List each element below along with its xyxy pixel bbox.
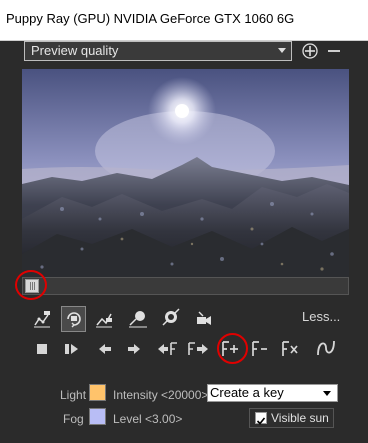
plus-icon[interactable] bbox=[302, 43, 318, 59]
timeline-track[interactable] bbox=[22, 277, 349, 295]
camera-target-icon[interactable] bbox=[93, 308, 115, 330]
chevron-down-icon bbox=[323, 391, 331, 396]
camera-path-icon[interactable] bbox=[31, 308, 53, 330]
level-label[interactable]: Level <3.00> bbox=[113, 412, 182, 426]
visible-sun-checkbox[interactable]: Visible sun bbox=[249, 408, 334, 428]
quality-select[interactable]: Preview quality bbox=[24, 41, 292, 61]
key-select-value: Create a key bbox=[210, 385, 284, 400]
remove-key-icon[interactable] bbox=[250, 338, 272, 360]
highlight-circle bbox=[15, 270, 47, 300]
camera-icon[interactable] bbox=[193, 308, 215, 330]
sphere-icon[interactable] bbox=[160, 306, 182, 328]
next-key-icon[interactable] bbox=[187, 338, 209, 360]
play-icon[interactable] bbox=[61, 338, 83, 360]
quality-select-value: Preview quality bbox=[31, 43, 119, 58]
less-toggle[interactable]: Less... bbox=[302, 309, 340, 324]
light-color-swatch[interactable] bbox=[89, 384, 106, 401]
delete-key-icon[interactable] bbox=[280, 338, 302, 360]
arrow-right-icon[interactable] bbox=[123, 338, 145, 360]
rotate-camera-icon[interactable] bbox=[61, 306, 86, 332]
curve-icon[interactable] bbox=[315, 337, 337, 359]
arrow-left-icon[interactable] bbox=[94, 338, 116, 360]
window-title: Puppy Ray (GPU) NVIDIA GeForce GTX 1060 … bbox=[6, 11, 295, 26]
title-bar: Puppy Ray (GPU) NVIDIA GeForce GTX 1060 … bbox=[0, 0, 368, 41]
minus-icon[interactable] bbox=[326, 43, 342, 59]
fog-label: Fog bbox=[63, 412, 84, 426]
key-select[interactable]: Create a key bbox=[207, 384, 338, 402]
fog-color-swatch[interactable] bbox=[89, 408, 106, 425]
highlight-circle bbox=[217, 333, 248, 364]
stop-icon[interactable] bbox=[31, 338, 53, 360]
sun-icon[interactable] bbox=[127, 307, 149, 329]
render-viewport[interactable] bbox=[22, 69, 349, 277]
previous-key-icon[interactable] bbox=[157, 338, 179, 360]
chevron-down-icon bbox=[278, 48, 286, 53]
intensity-label[interactable]: Intensity <20000> bbox=[113, 388, 208, 402]
visible-sun-label: Visible sun bbox=[271, 411, 329, 425]
checkbox-box[interactable] bbox=[255, 412, 267, 425]
light-label: Light bbox=[60, 388, 87, 402]
